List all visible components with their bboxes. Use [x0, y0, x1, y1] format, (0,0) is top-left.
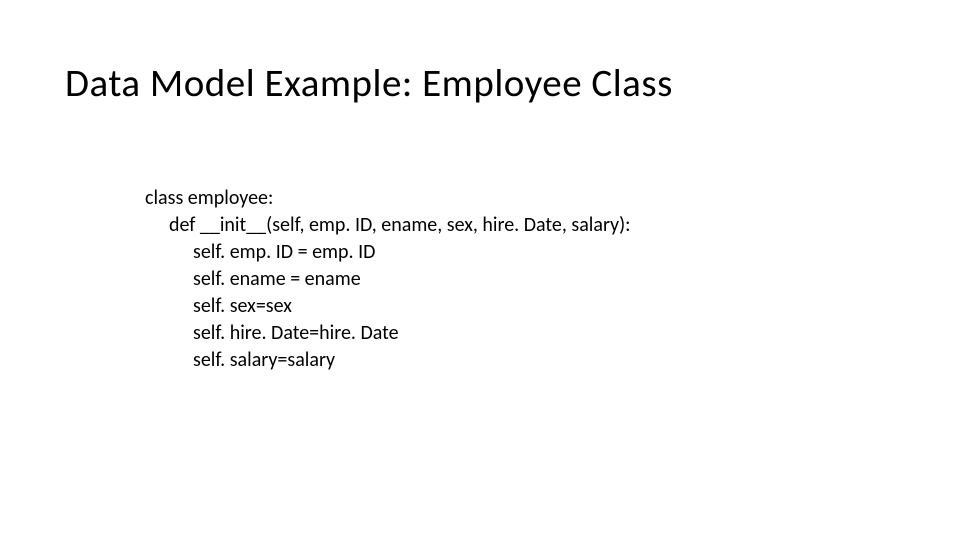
code-line-class: class employee:	[145, 185, 895, 212]
code-line-assign-sex: self. sex=sex	[145, 293, 895, 320]
slide-container: Data Model Example: Employee Class class…	[0, 0, 960, 540]
code-line-assign-hiredate: self. hire. Date=hire. Date	[145, 320, 895, 347]
code-line-def: def __init__(self, emp. ID, ename, sex, …	[145, 212, 895, 239]
code-line-assign-empid: self. emp. ID = emp. ID	[145, 239, 895, 266]
slide-title: Data Model Example: Employee Class	[65, 60, 895, 107]
code-line-assign-salary: self. salary=salary	[145, 347, 895, 374]
code-block: class employee: def __init__(self, emp. …	[145, 185, 895, 374]
code-line-assign-ename: self. ename = ename	[145, 266, 895, 293]
